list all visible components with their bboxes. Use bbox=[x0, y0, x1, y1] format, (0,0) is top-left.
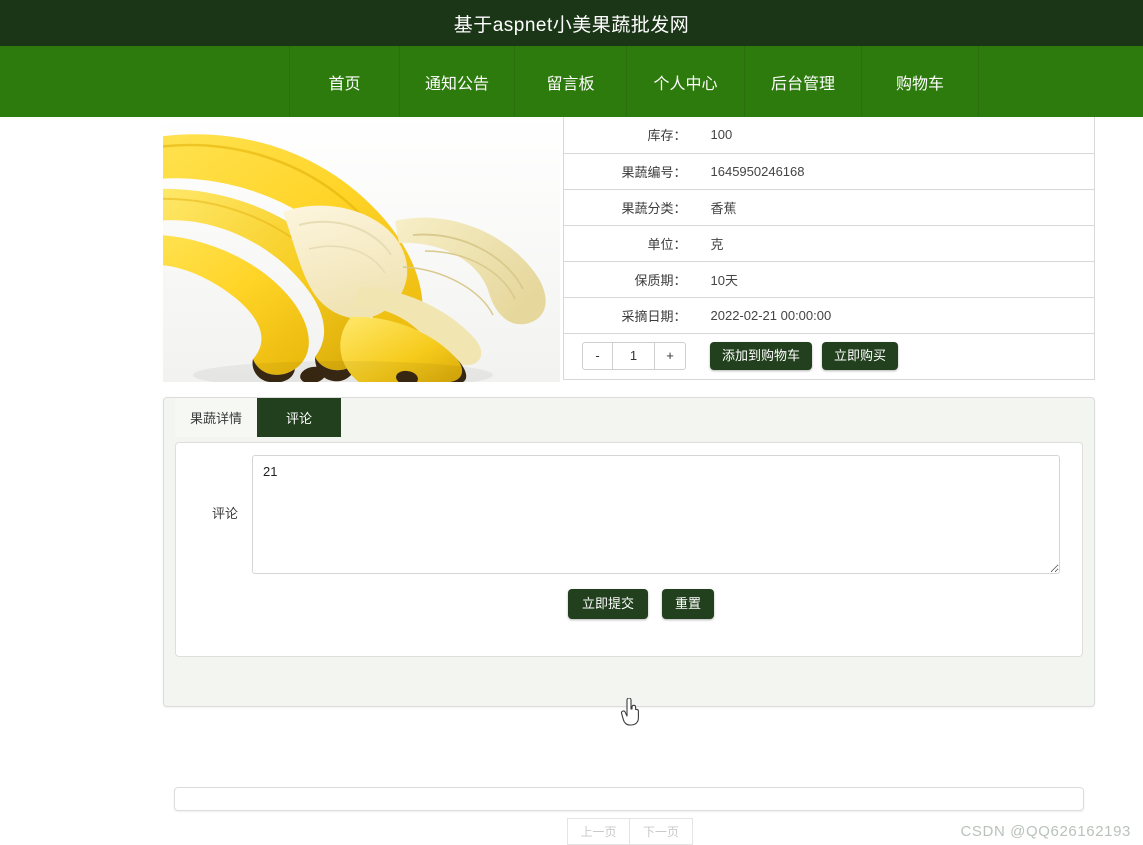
product-detail-section: 库存： 100 果蔬编号： 1645950246168 果蔬分类： 香蕉 单位：… bbox=[163, 117, 1095, 384]
spec-value: 香蕉 bbox=[696, 188, 1095, 226]
spec-value: 1645950246168 bbox=[696, 152, 1095, 190]
detail-tabs-panel: 果蔬详情 评论 评论 立即提交 重置 bbox=[163, 397, 1095, 707]
table-row: 果蔬分类： 香蕉 bbox=[563, 188, 1095, 226]
comment-input[interactable] bbox=[252, 455, 1060, 574]
comment-list-container bbox=[174, 787, 1084, 811]
nav-left-spacer bbox=[0, 46, 290, 117]
table-row: 单位： 克 bbox=[563, 224, 1095, 262]
comment-form-actions: 立即提交 重置 bbox=[176, 589, 1082, 620]
purchase-row: - 1 + 添加到购物车 立即购买 bbox=[563, 332, 1095, 380]
comment-label: 评论 bbox=[211, 506, 238, 521]
prev-page-button[interactable]: 上一页 bbox=[567, 818, 630, 845]
quantity-increment-button[interactable]: + bbox=[655, 343, 685, 369]
spec-value: 2022-02-21 00:00:00 bbox=[696, 296, 1095, 334]
nav-right-filler bbox=[979, 46, 1143, 117]
watermark-text: CSDN @QQ626162193 bbox=[960, 823, 1131, 840]
nav-item-user-center[interactable]: 个人中心 bbox=[627, 46, 745, 117]
table-row: 保质期： 10天 bbox=[563, 260, 1095, 298]
reset-comment-button[interactable]: 重置 bbox=[662, 589, 715, 620]
spec-value: 100 bbox=[696, 117, 1095, 154]
spec-key: 单位： bbox=[563, 224, 697, 262]
site-title: 基于aspnet小美果蔬批发网 bbox=[453, 14, 690, 36]
nav-item-notice[interactable]: 通知公告 bbox=[400, 46, 515, 117]
tab-comments[interactable]: 评论 bbox=[257, 398, 341, 437]
product-spec-table: 库存： 100 果蔬编号： 1645950246168 果蔬分类： 香蕉 单位：… bbox=[563, 117, 1095, 380]
pagination: 上一页 下一页 bbox=[567, 818, 693, 845]
product-image bbox=[163, 117, 560, 382]
spec-key: 保质期： bbox=[563, 260, 697, 298]
page-content: 库存： 100 果蔬编号： 1645950246168 果蔬分类： 香蕉 单位：… bbox=[0, 117, 1143, 845]
spec-key: 库存： bbox=[563, 117, 697, 154]
submit-comment-button[interactable]: 立即提交 bbox=[567, 589, 648, 620]
comment-form-row: 评论 bbox=[176, 443, 1082, 574]
tab-product-detail[interactable]: 果蔬详情 bbox=[175, 398, 257, 437]
purchase-actions: - 1 + 添加到购物车 立即购买 bbox=[563, 332, 1095, 380]
banana-photo-illustration bbox=[163, 117, 560, 382]
site-header: 基于aspnet小美果蔬批发网 bbox=[0, 0, 1143, 46]
add-to-cart-button[interactable]: 添加到购物车 bbox=[710, 341, 813, 371]
spec-key: 果蔬分类： bbox=[563, 188, 697, 226]
table-row: 采摘日期： 2022-02-21 00:00:00 bbox=[563, 296, 1095, 334]
spec-value: 克 bbox=[696, 224, 1095, 262]
nav-item-cart[interactable]: 购物车 bbox=[862, 46, 979, 117]
nav-item-admin[interactable]: 后台管理 bbox=[745, 46, 862, 117]
spec-key: 果蔬编号： bbox=[563, 152, 697, 190]
main-navigation: 首页 通知公告 留言板 个人中心 后台管理 购物车 bbox=[0, 46, 1143, 121]
table-row: 库存： 100 bbox=[563, 117, 1095, 154]
buy-now-button[interactable]: 立即购买 bbox=[822, 341, 899, 371]
tabstrip: 果蔬详情 评论 bbox=[164, 398, 1094, 437]
spec-value: 10天 bbox=[696, 260, 1095, 298]
comment-form-panel: 评论 立即提交 重置 bbox=[175, 442, 1083, 657]
nav-item-home[interactable]: 首页 bbox=[290, 46, 400, 117]
quantity-stepper[interactable]: - 1 + bbox=[582, 341, 686, 370]
next-page-button[interactable]: 下一页 bbox=[630, 818, 693, 845]
spec-key: 采摘日期： bbox=[563, 296, 697, 334]
quantity-input[interactable]: 1 bbox=[613, 342, 655, 369]
quantity-decrement-button[interactable]: - bbox=[583, 342, 613, 369]
table-row: 果蔬编号： 1645950246168 bbox=[563, 152, 1095, 190]
nav-item-message-board[interactable]: 留言板 bbox=[515, 46, 627, 117]
